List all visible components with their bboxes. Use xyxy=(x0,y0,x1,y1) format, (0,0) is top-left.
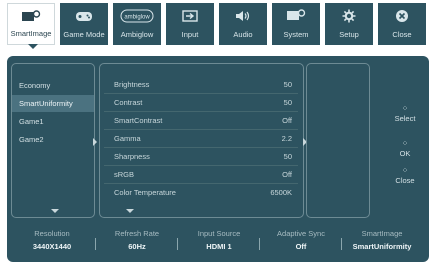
setting-row-smartcontrast[interactable]: SmartContrast Off xyxy=(104,112,298,130)
setting-name: SmartContrast xyxy=(114,116,163,125)
status-value: 60Hz xyxy=(128,242,146,251)
settings-panel: Economy SmartUniformity Game1 Game2 Brig… xyxy=(7,56,429,262)
speaker-icon xyxy=(219,8,267,24)
mode-item-smartuniformity[interactable]: SmartUniformity xyxy=(12,95,94,112)
status-input-source: Input Source HDMI 1 xyxy=(179,226,259,258)
setting-name: Contrast xyxy=(114,98,143,107)
tab-label: SmartImage xyxy=(10,29,52,38)
gamepad-icon xyxy=(60,8,108,24)
joystick-close-icon: ⁘ xyxy=(401,166,409,175)
tab-label: Input xyxy=(181,30,199,39)
ambiglow-logo-text: ambiglow xyxy=(124,15,150,21)
mode-item-game1[interactable]: Game1 xyxy=(12,113,94,130)
status-label: Refresh Rate xyxy=(114,229,160,238)
tab-label: System xyxy=(283,30,309,39)
divider xyxy=(259,238,260,250)
setting-value: 2.2 xyxy=(281,134,292,143)
smartimage-icon xyxy=(8,9,54,25)
status-bar: Resolution 3440X1440 Refresh Rate 60Hz I… xyxy=(11,226,425,258)
setting-value: 50 xyxy=(283,80,292,89)
setting-name: Brightness xyxy=(114,80,150,89)
status-refresh-rate: Refresh Rate 60Hz xyxy=(97,226,177,258)
close-icon xyxy=(378,8,426,24)
chevron-right-icon xyxy=(93,138,97,146)
nav-select-label: Select xyxy=(394,114,416,123)
tab-label: Close xyxy=(392,30,412,39)
setting-value: 6500K xyxy=(270,188,292,197)
setting-value: 50 xyxy=(283,152,292,161)
nav-ok-label: OK xyxy=(399,149,411,158)
submenu-panel xyxy=(306,63,370,218)
status-value: Off xyxy=(295,242,307,251)
status-label: Resolution xyxy=(34,229,70,238)
status-adaptive-sync: Adaptive Sync Off xyxy=(261,226,341,258)
divider xyxy=(177,238,178,250)
setting-name: Sharpness xyxy=(114,152,150,161)
mode-item-economy[interactable]: Economy xyxy=(12,77,94,94)
setting-name: Color Temperature xyxy=(114,188,176,197)
setting-name: sRGB xyxy=(114,170,135,179)
setting-row-contrast[interactable]: Contrast 50 xyxy=(104,94,298,112)
tab-label: Audio xyxy=(233,30,253,39)
divider xyxy=(95,238,96,250)
setting-row-gamma[interactable]: Gamma 2.2 xyxy=(104,130,298,148)
setting-value: Off xyxy=(282,116,292,125)
status-label: SmartImage xyxy=(361,229,403,238)
nav-ok[interactable]: ⁘ OK xyxy=(385,139,425,159)
tab-audio[interactable]: Audio xyxy=(219,3,267,45)
setting-row-sharpness[interactable]: Sharpness 50 xyxy=(104,148,298,166)
nav-close[interactable]: ⁘ Close xyxy=(385,166,425,186)
tab-smartimage[interactable]: SmartImage xyxy=(7,3,55,49)
setting-row-color-temperature[interactable]: Color Temperature 6500K xyxy=(104,184,298,201)
setting-row-srgb[interactable]: sRGB Off xyxy=(104,166,298,184)
tab-input[interactable]: Input xyxy=(166,3,214,45)
monitor-osd: SmartImage Game Mode ambiglow Ambiglow I… xyxy=(0,0,435,269)
ambiglow-icon: ambiglow xyxy=(113,8,161,24)
tab-setup[interactable]: Setup xyxy=(325,3,373,45)
joystick-select-icon: ⁘ xyxy=(401,104,409,113)
tab-system[interactable]: System xyxy=(272,3,320,45)
status-label: Input Source xyxy=(197,229,241,238)
tab-ambiglow[interactable]: ambiglow Ambiglow xyxy=(113,3,161,45)
tab-label: Setup xyxy=(339,30,359,39)
tab-close[interactable]: Close xyxy=(378,3,426,45)
mode-item-game2[interactable]: Game2 xyxy=(12,131,94,148)
setting-value: 50 xyxy=(283,98,292,107)
status-value: SmartUniformity xyxy=(352,242,412,251)
status-smartimage: SmartImage SmartUniformity xyxy=(337,226,427,258)
status-resolution: Resolution 3440X1440 xyxy=(11,226,93,258)
input-icon xyxy=(166,8,214,24)
settings-list: Brightness 50 Contrast 50 SmartContrast … xyxy=(99,63,304,218)
setting-row-brightness[interactable]: Brightness 50 xyxy=(104,76,298,94)
tab-label: Game Mode xyxy=(63,30,105,39)
nav-close-label: Close xyxy=(395,176,415,185)
scroll-down-arrow-icon[interactable] xyxy=(51,209,59,213)
setting-value: Off xyxy=(282,170,292,179)
mode-list: Economy SmartUniformity Game1 Game2 xyxy=(11,63,95,218)
gear-icon xyxy=(325,8,373,24)
nav-select[interactable]: ⁘ Select xyxy=(385,104,425,124)
scroll-down-arrow-icon[interactable] xyxy=(126,209,134,213)
status-label: Adaptive Sync xyxy=(277,229,325,238)
tab-game-mode[interactable]: Game Mode xyxy=(60,3,108,45)
joystick-ok-icon: ⁘ xyxy=(401,139,409,148)
active-tab-indicator xyxy=(28,44,38,49)
status-value: 3440X1440 xyxy=(32,242,72,251)
system-icon xyxy=(272,8,320,24)
tab-label: Ambiglow xyxy=(120,30,154,39)
status-value: HDMI 1 xyxy=(206,242,232,251)
tab-bar: SmartImage Game Mode ambiglow Ambiglow I… xyxy=(7,3,429,49)
setting-name: Gamma xyxy=(114,134,141,143)
